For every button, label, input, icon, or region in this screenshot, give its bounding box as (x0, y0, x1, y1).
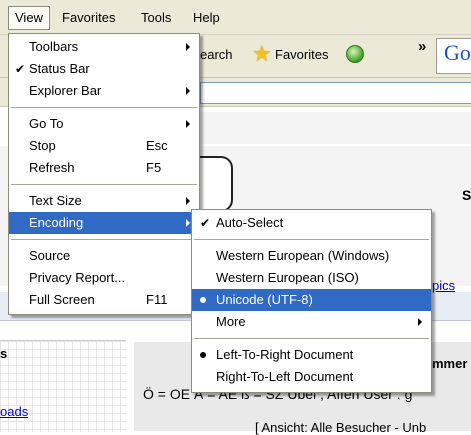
menu-item-toolbars[interactable]: Toolbars (9, 36, 199, 58)
submenu-arrow-icon (186, 87, 190, 95)
menu-item-label: Encoding (29, 215, 84, 230)
menu-item-full-screen[interactable]: Full Screen F11 (9, 289, 199, 311)
menu-separator (11, 184, 197, 185)
menu-item-shortcut: F5 (146, 160, 162, 175)
encoding-submenu: ✔ Auto-Select Western European (Windows)… (191, 209, 432, 393)
menu-item-label: Go To (29, 116, 64, 131)
menu-item-label: Privacy Report... (29, 270, 126, 285)
radio-bullet-icon (200, 352, 206, 358)
menu-item-label: Refresh (29, 160, 75, 175)
search-button[interactable]: earch (200, 47, 233, 62)
menu-item-label: Unicode (UTF-8) (216, 292, 313, 307)
site-logo (195, 156, 233, 212)
menu-item-label: Source (29, 248, 71, 263)
favorites-star-icon[interactable]: ★ (252, 41, 272, 67)
menu-item-shortcut: F11 (146, 292, 168, 307)
submenu-arrow-icon (418, 318, 422, 326)
menu-separator (11, 239, 197, 240)
menu-item-label: Toolbars (29, 39, 79, 54)
menubar-tools[interactable]: Tools (135, 8, 177, 28)
menu-item-go-to[interactable]: Go To (9, 113, 199, 135)
submenu-arrow-icon (186, 219, 190, 227)
downloads-link[interactable]: oads (0, 404, 28, 419)
page-banner (200, 112, 471, 144)
menu-item-label: More (216, 314, 246, 329)
menu-item-western-european-iso[interactable]: Western European (ISO) (192, 267, 431, 289)
menu-item-more[interactable]: More (192, 311, 431, 333)
submenu-arrow-icon (186, 197, 190, 205)
menu-item-left-to-right[interactable]: Left-To-Right Document (192, 344, 431, 366)
menu-item-label: Western European (Windows) (216, 248, 390, 263)
menu-item-auto-select[interactable]: ✔ Auto-Select (192, 212, 431, 234)
checkmark-icon: ✔ (200, 216, 211, 230)
menu-separator (11, 107, 197, 108)
view-filter-text: [ Ansicht: Alle Besucher - Unb (255, 420, 427, 435)
menu-item-source[interactable]: Source (9, 245, 199, 267)
menu-item-encoding[interactable]: Encoding (9, 212, 199, 234)
pics-link[interactable]: pics (432, 278, 455, 293)
page-heading-fragment: S (462, 187, 471, 203)
google-logo: Go (444, 40, 471, 65)
menu-item-shortcut: Esc (146, 138, 168, 153)
menu-item-western-european-windows[interactable]: Western European (Windows) (192, 245, 431, 267)
radio-bullet-icon (200, 297, 206, 303)
main-panel-heading: mmer (432, 356, 468, 371)
menu-item-label: Left-To-Right Document (216, 347, 354, 362)
menu-item-label: Right-To-Left Document (216, 369, 354, 384)
menu-item-label: Status Bar (29, 61, 90, 76)
menu-item-label: Stop (29, 138, 56, 153)
menu-item-text-size[interactable]: Text Size (9, 190, 199, 212)
toolbar-overflow-chevron[interactable]: » (418, 38, 426, 55)
address-input[interactable] (200, 82, 471, 104)
submenu-arrow-icon (186, 43, 190, 51)
menu-item-stop[interactable]: Stop Esc (9, 135, 199, 157)
menu-item-label: Text Size (29, 193, 82, 208)
menu-item-label: Western European (ISO) (216, 270, 359, 285)
menubar-view[interactable]: View (8, 6, 50, 30)
menu-item-unicode-utf8[interactable]: Unicode (UTF-8) (192, 289, 431, 311)
menu-item-label: Auto-Select (216, 215, 284, 230)
menu-item-right-to-left[interactable]: Right-To-Left Document (192, 366, 431, 388)
menu-item-refresh[interactable]: Refresh F5 (9, 157, 199, 179)
menubar-help[interactable]: Help (187, 8, 226, 28)
media-icon[interactable] (346, 45, 364, 63)
menu-separator (194, 239, 429, 240)
favorites-button[interactable]: Favorites (275, 47, 328, 62)
left-panel-heading: s (0, 346, 8, 361)
checkmark-icon: ✔ (15, 62, 26, 76)
view-menu: Toolbars ✔ Status Bar Explorer Bar Go To… (8, 33, 200, 315)
menu-item-explorer-bar[interactable]: Explorer Bar (9, 80, 199, 102)
submenu-arrow-icon (186, 120, 190, 128)
menu-item-status-bar[interactable]: ✔ Status Bar (9, 58, 199, 80)
menubar-favorites[interactable]: Favorites (56, 8, 121, 28)
menu-item-label: Full Screen (29, 292, 95, 307)
menu-item-label: Explorer Bar (29, 83, 102, 98)
menu-item-privacy-report[interactable]: Privacy Report... (9, 267, 199, 289)
menu-separator (194, 338, 429, 339)
